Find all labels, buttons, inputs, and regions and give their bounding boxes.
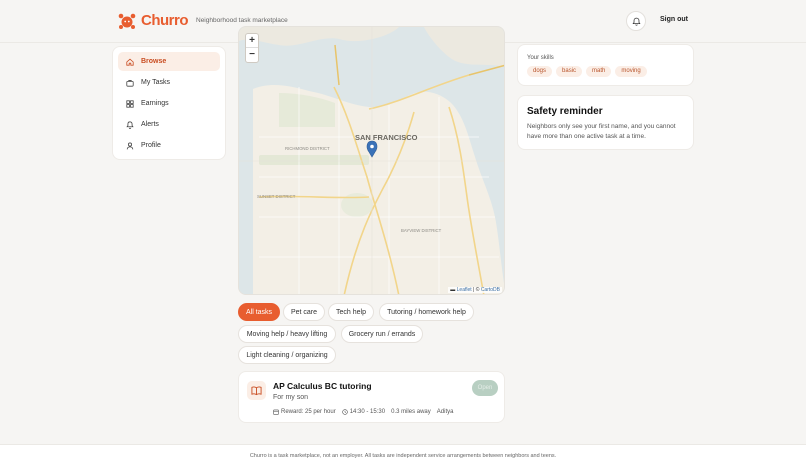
sidebar-item-my-tasks[interactable]: My Tasks	[118, 73, 220, 92]
sidebar-item-earnings[interactable]: Earnings	[118, 94, 220, 113]
churro-logo-icon[interactable]	[118, 12, 136, 30]
skills-list: dogs basic math moving	[527, 66, 651, 77]
sidebar-nav: Browse My Tasks Earnings Alerts Profile	[112, 46, 226, 160]
calendar-icon	[273, 409, 279, 415]
map-district-label: RICHMOND DISTRICT	[285, 146, 330, 151]
sidebar-item-label: Profile	[141, 142, 161, 149]
task-distance: 0.3 miles away	[391, 409, 431, 415]
skill-tag: math	[586, 66, 612, 77]
page-footer: Churro is a task marketplace, not an emp…	[0, 444, 806, 460]
filter-chip-tutoring[interactable]: Tutoring / homework help	[379, 303, 474, 321]
map-city-label: SAN FRANCISCO	[355, 133, 418, 142]
task-time-text: 14:30 - 15:30	[349, 409, 386, 415]
task-meta: Reward: 25 per hour 14:30 - 15:30 0.3 mi…	[273, 409, 459, 415]
sidebar-item-label: Alerts	[141, 121, 159, 128]
home-icon	[126, 58, 134, 66]
skill-tag: basic	[556, 66, 583, 77]
footer-disclaimer: Churro is a task marketplace, not an emp…	[249, 453, 557, 459]
skill-tag: moving	[615, 66, 647, 77]
sidebar-item-label: Browse	[141, 58, 167, 65]
task-poster: Aditya	[436, 409, 454, 415]
map-attribution: ▬ Leaflet | © CartoDB	[448, 287, 502, 293]
attribution-separator: | ©	[471, 287, 481, 293]
sidebar-item-label: My Tasks	[141, 79, 171, 86]
map-zoom-control: + −	[245, 33, 259, 63]
task-card[interactable]: AP Calculus BC tutoring For my son Rewar…	[238, 371, 505, 423]
zoom-out-button[interactable]: −	[246, 48, 258, 62]
task-reward-text: Reward: 25 per hour	[281, 409, 336, 415]
task-subtitle: For my son	[273, 394, 309, 401]
skill-tag: dogs	[527, 66, 553, 77]
task-time: 14:30 - 15:30	[342, 409, 385, 415]
sidebar-item-label: Earnings	[141, 100, 169, 107]
briefcase-icon	[126, 79, 134, 87]
brand-tagline: Neighborhood task marketplace	[196, 17, 288, 24]
filter-chip-moving-help[interactable]: Moving help / heavy lifting	[238, 325, 336, 343]
bell-icon	[126, 120, 134, 129]
map-district-label: BAYVIEW DISTRICT	[401, 228, 442, 233]
user-icon	[126, 142, 134, 149]
status-badge: Open	[472, 380, 498, 396]
grid-icon	[126, 99, 134, 108]
task-title[interactable]: AP Calculus BC tutoring	[273, 381, 372, 391]
cartodb-link[interactable]: CartoDB	[481, 287, 500, 293]
sidebar-item-browse[interactable]: Browse	[118, 52, 220, 71]
filter-chip-grocery-run[interactable]: Grocery run / errands	[341, 325, 423, 343]
leaflet-link[interactable]: Leaflet	[457, 287, 472, 293]
skills-label: Your skills	[527, 55, 554, 61]
clock-icon	[342, 409, 348, 415]
task-reward: Reward: 25 per hour	[273, 409, 336, 415]
sidebar-item-alerts[interactable]: Alerts	[118, 115, 220, 134]
brand-name[interactable]: Churro	[141, 12, 189, 29]
notifications-button[interactable]	[626, 11, 646, 31]
sign-out-button[interactable]: Sign out	[654, 14, 694, 25]
map-tiles[interactable]: RICHMOND DISTRICT SUNSET DISTRICT BAYVIE…	[239, 27, 505, 295]
bell-icon	[631, 17, 641, 26]
filter-chip-tech-help[interactable]: Tech help	[328, 303, 374, 321]
skills-card: Your skills dogs basic math moving	[517, 44, 694, 86]
zoom-in-button[interactable]: +	[246, 34, 258, 48]
filter-chip-all-tasks[interactable]: All tasks	[238, 303, 280, 321]
safety-title: Safety reminder	[527, 106, 603, 117]
filter-chip-pet-care[interactable]: Pet care	[283, 303, 325, 321]
safety-text: Neighbors only see your first name, and …	[527, 123, 676, 140]
filter-chip-light-cleaning[interactable]: Light cleaning / organizing	[238, 346, 336, 364]
map-district-label: SUNSET DISTRICT	[257, 194, 296, 199]
task-map[interactable]: RICHMOND DISTRICT SUNSET DISTRICT BAYVIE…	[238, 26, 505, 295]
book-icon	[247, 381, 266, 400]
sidebar-item-profile[interactable]: Profile	[118, 136, 220, 155]
safety-card: Safety reminder Neighbors only see your …	[517, 95, 694, 150]
